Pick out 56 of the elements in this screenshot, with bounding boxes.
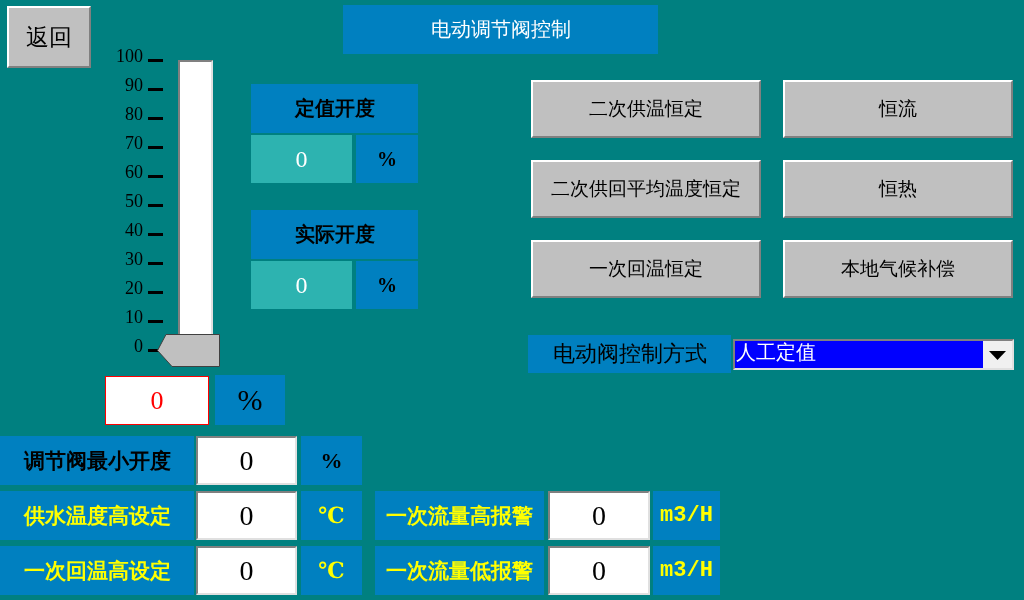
- setting-label: 调节阀最小开度: [23, 448, 171, 473]
- scale-tick: [148, 146, 163, 149]
- mode-button[interactable]: 二次供温恒定: [531, 80, 761, 138]
- mode-button[interactable]: 本地气候补偿: [783, 240, 1013, 298]
- control-mode-dropdown[interactable]: 人工定值: [733, 338, 1014, 370]
- scale-label: 30: [125, 249, 143, 268]
- value-display: 0: [251, 261, 352, 309]
- scale-tick: [148, 175, 163, 178]
- scale-tick: [148, 88, 163, 91]
- unit-label: ℃: [301, 546, 362, 595]
- value-display: 0: [251, 135, 352, 183]
- unit-label: m3/H: [653, 491, 720, 540]
- setting-label: 供水温度高设定: [23, 503, 171, 528]
- mode-button[interactable]: 恒流: [783, 80, 1013, 138]
- alarm-label: 一次流量低报警: [375, 546, 544, 595]
- mode-button[interactable]: 恒热: [783, 160, 1013, 218]
- unit-label: %: [356, 261, 418, 309]
- unit-label: m3/H: [653, 546, 720, 595]
- caret-icon[interactable]: [983, 340, 1012, 368]
- scale-tick: [148, 204, 163, 207]
- scale-label: 100: [116, 46, 143, 65]
- value-field[interactable]: 0: [548, 491, 650, 540]
- scale-label: 70: [125, 133, 143, 152]
- scale-tick: [148, 262, 163, 265]
- scale-tick: [148, 233, 163, 236]
- setting-label: 一次回温高设定: [23, 558, 171, 583]
- page-title: 电动调节阀控制: [343, 5, 658, 54]
- unit-label: ℃: [301, 491, 362, 540]
- scale-tick: [148, 117, 163, 120]
- scale-label: 20: [125, 278, 143, 297]
- panel-label: 定值开度: [251, 84, 418, 133]
- value-field[interactable]: 0: [196, 546, 297, 595]
- mode-button[interactable]: 二次供回平均温度恒定: [531, 160, 761, 218]
- scale-tick: [148, 291, 163, 294]
- panel-label: 实际开度: [251, 210, 418, 259]
- value-field[interactable]: 0: [196, 491, 297, 540]
- scale-label: 50: [125, 191, 143, 210]
- value-field[interactable]: 0: [196, 436, 297, 485]
- value-field[interactable]: 0: [548, 546, 650, 595]
- back-button[interactable]: 返回: [7, 6, 91, 68]
- unit-label: %: [356, 135, 418, 183]
- unit-label: %: [215, 375, 285, 425]
- scale-tick: [148, 320, 163, 323]
- slider-pointer[interactable]: [157, 334, 220, 367]
- scale-label: 60: [125, 162, 143, 181]
- scale-label: 80: [125, 104, 143, 123]
- mode-button[interactable]: 一次回温恒定: [531, 240, 761, 298]
- unit-label: %: [301, 436, 362, 485]
- scale-tick: [148, 59, 163, 62]
- scale-label: 10: [125, 307, 143, 326]
- opening-input-field[interactable]: 0: [105, 376, 209, 425]
- control-mode-label: 电动阀控制方式: [528, 335, 731, 373]
- scale-label: 0: [134, 336, 143, 355]
- scale-label: 40: [125, 220, 143, 239]
- scale-label: 90: [125, 75, 143, 94]
- alarm-label: 一次流量高报警: [375, 491, 544, 540]
